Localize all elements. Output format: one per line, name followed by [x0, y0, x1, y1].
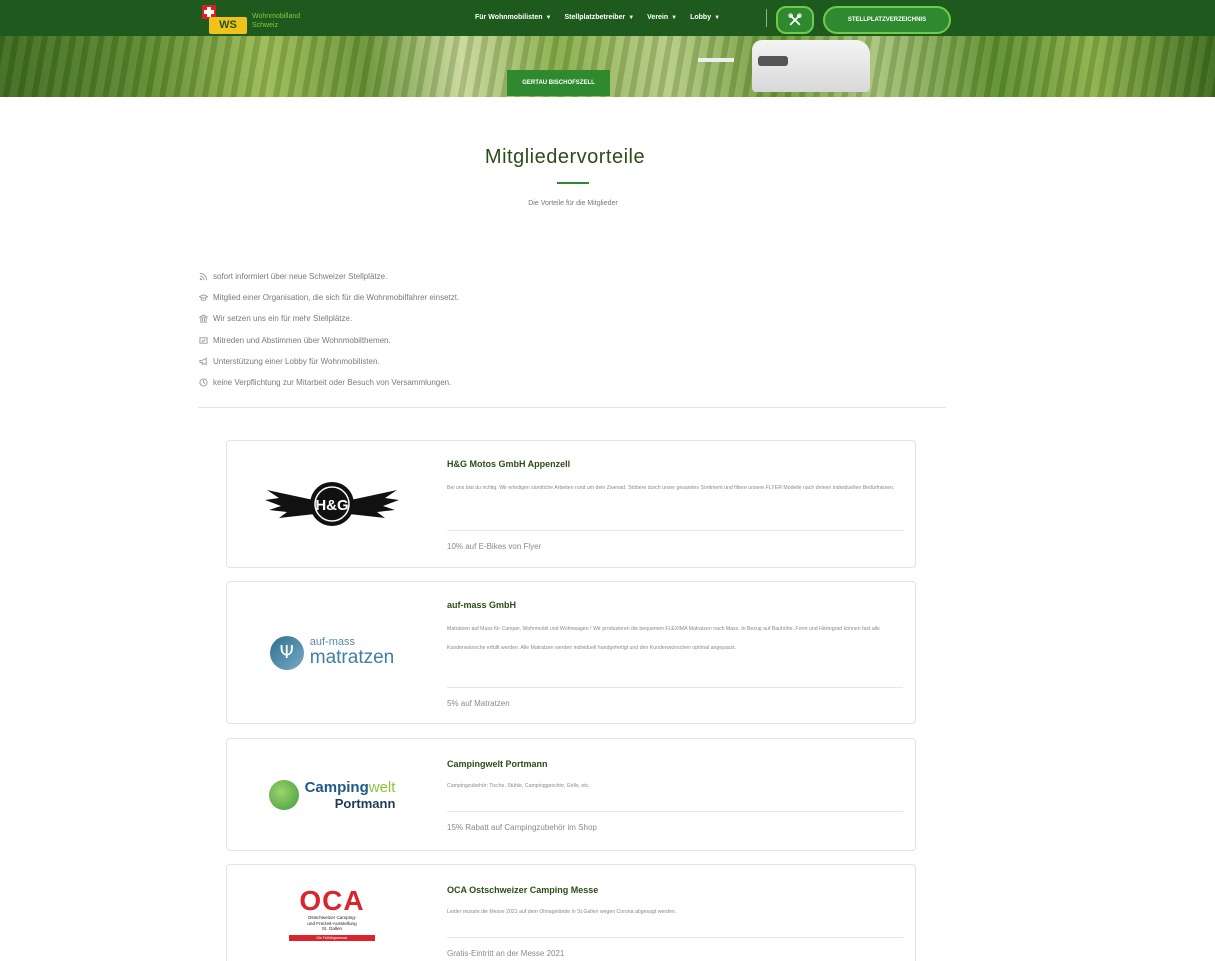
- nav-item-lobby[interactable]: Lobby ▼: [690, 14, 720, 21]
- clock-icon: [198, 378, 208, 388]
- list-item: Wir setzen uns ein für mehr Stellplätze.: [198, 308, 459, 329]
- partner-offer: 10% auf E-Bikes von Flyer: [447, 542, 542, 551]
- list-item: keine Verpflichtung zur Mitarbeit oder B…: [198, 372, 459, 393]
- page-subtitle: Die Vorteile für die Mitglieder: [528, 200, 618, 207]
- globe-icon: [268, 779, 299, 810]
- hg-logo-text: H&G: [315, 497, 349, 514]
- chevron-down-icon: ▼: [671, 15, 678, 21]
- benefits-list: sofort informiert über neue Schweizer St…: [198, 266, 459, 393]
- list-item: Mitreden und Abstimmen über Wohnmobilthe…: [198, 330, 459, 351]
- partner-offer: Gratis-Eintritt an der Messe 2021: [447, 949, 565, 958]
- megaphone-icon: [198, 356, 208, 366]
- partner-card-oca: OCA Ostschweizer Camping- und Freizeit-A…: [226, 864, 916, 961]
- vote-icon: [198, 335, 208, 345]
- card-divider: [447, 530, 903, 531]
- partner-description: Matratzen auf Mass für Camper, Wohnmobil…: [447, 626, 880, 651]
- directory-button[interactable]: STELLPLATZVERZEICHNIS: [823, 6, 951, 34]
- chevron-down-icon: ▼: [545, 15, 552, 21]
- partner-name[interactable]: auf-mass GmbH: [447, 600, 516, 610]
- list-item: Mitglied einer Organisation, die sich fü…: [198, 287, 459, 308]
- oca-logo[interactable]: OCA Ostschweizer Camping- und Freizeit-A…: [227, 865, 437, 961]
- camping-table-photo: [698, 58, 734, 86]
- partner-description: Leider musste die Messe 2021 auf dem Olm…: [447, 909, 677, 915]
- partner-card-campingwelt: Campingwelt Portmann Campingwelt Portman…: [226, 738, 916, 851]
- tools-button[interactable]: [776, 6, 814, 34]
- partner-offer: 5% auf Matratzen: [447, 699, 510, 708]
- partner-offer: 15% Rabatt auf Campingzubehör im Shop: [447, 823, 597, 832]
- list-item: sofort informiert über neue Schweizer St…: [198, 266, 459, 287]
- page-title: Mitgliedervorteile: [484, 146, 646, 168]
- tools-icon: [788, 13, 802, 26]
- chevron-down-icon: ▼: [714, 15, 721, 21]
- rss-icon: [198, 272, 208, 282]
- title-underline: [557, 182, 589, 184]
- partner-name[interactable]: Campingwelt Portmann: [447, 759, 548, 769]
- main-nav: Für Wohnmobilisten ▼ Stellplatzbetreiber ▼…: [475, 14, 720, 21]
- nav-item-stellplatzbetreiber[interactable]: Stellplatzbetreiber ▼: [565, 14, 635, 21]
- campingwelt-logo[interactable]: Campingwelt Portmann: [227, 739, 437, 850]
- institution-icon: [198, 314, 208, 324]
- hg-logo[interactable]: H&G: [227, 441, 437, 567]
- list-item: Unterstützung einer Lobby für Wohnmobili…: [198, 351, 459, 372]
- partner-description: Campingzubehör: Tische, Stühle, Campingg…: [447, 783, 590, 789]
- card-divider: [447, 687, 903, 688]
- brand-name[interactable]: Wohnmobilland Schweiz: [252, 12, 300, 30]
- site-logo[interactable]: WS: [202, 5, 247, 35]
- card-divider: [447, 811, 903, 812]
- card-divider: [447, 937, 903, 938]
- auf-mass-logo[interactable]: auf-mass matratzen: [227, 582, 437, 723]
- logo-mark: WS: [209, 17, 247, 34]
- chevron-down-icon: ▼: [628, 15, 635, 21]
- nav-item-wohnmobilisten[interactable]: Für Wohnmobilisten ▼: [475, 14, 552, 21]
- graduation-cap-icon: [198, 293, 208, 303]
- nav-divider: [766, 9, 767, 27]
- section-divider: [198, 407, 946, 408]
- top-navbar: WS Wohnmobilland Schweiz Für Wohnmobilis…: [0, 0, 1215, 36]
- motorhome-photo: [752, 40, 870, 92]
- auf-mass-logo-icon: [269, 635, 304, 670]
- partner-description: Bei uns bist du richtig. Wir erledigen s…: [447, 485, 895, 491]
- partner-name[interactable]: H&G Motos GmbH Appenzell: [447, 459, 570, 469]
- partner-card-auf-mass: auf-mass matratzen auf-mass GmbH Matratz…: [226, 581, 916, 724]
- partner-name[interactable]: OCA Ostschweizer Camping Messe: [447, 885, 598, 895]
- nav-item-verein[interactable]: Verein ▼: [647, 14, 677, 21]
- partner-card-hg-motos: H&G H&G Motos GmbH Appenzell Bei uns bis…: [226, 440, 916, 568]
- location-button[interactable]: GERTAU BISCHOFSZELL: [507, 70, 610, 96]
